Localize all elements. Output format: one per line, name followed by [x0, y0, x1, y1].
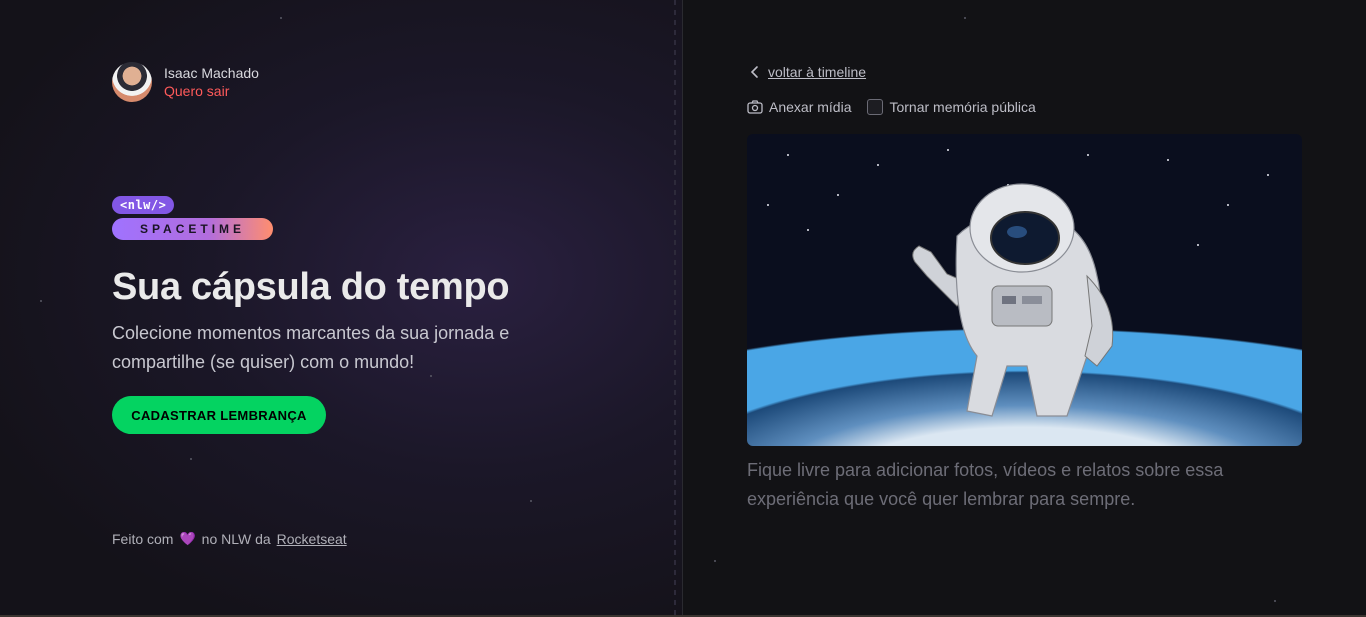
camera-icon	[747, 100, 763, 114]
media-preview	[747, 134, 1302, 446]
attach-media-label: Anexar mídia	[769, 99, 852, 115]
star-decoration	[964, 17, 966, 19]
brand-name: SPACETIME	[112, 218, 273, 240]
brand-logo: <nlw/> SPACETIME	[112, 196, 273, 240]
star-decoration	[530, 500, 532, 502]
avatar	[112, 62, 152, 102]
media-toolbar: Anexar mídia Tornar memória pública	[747, 99, 1036, 115]
star-decoration	[1274, 600, 1276, 602]
user-profile: Isaac Machado Quero sair	[112, 62, 259, 102]
back-to-timeline-link[interactable]: voltar à timeline	[748, 64, 866, 80]
left-panel: Isaac Machado Quero sair <nlw/> SPACETIM…	[0, 0, 683, 617]
astronaut-image	[912, 183, 1114, 417]
star-decoration	[40, 300, 42, 302]
public-memory-label: Tornar memória pública	[889, 99, 1036, 115]
user-info: Isaac Machado Quero sair	[164, 65, 259, 99]
rocketseat-link[interactable]: Rocketseat	[277, 531, 347, 547]
logout-link[interactable]: Quero sair	[164, 83, 259, 99]
brand-tag: <nlw/>	[112, 196, 175, 214]
register-memory-button[interactable]: CADASTRAR LEMBRANÇA	[112, 396, 326, 434]
memory-textarea[interactable]	[747, 456, 1302, 520]
public-memory-checkbox[interactable]	[867, 99, 884, 115]
public-memory-toggle[interactable]: Tornar memória pública	[867, 99, 1036, 115]
footer-middle: no NLW da	[201, 531, 271, 547]
attach-media-button[interactable]: Anexar mídia	[747, 99, 851, 115]
heart-icon: 💜	[179, 531, 196, 546]
user-name: Isaac Machado	[164, 65, 259, 81]
footer-prefix: Feito com	[112, 531, 174, 547]
star-decoration	[190, 458, 192, 460]
stripes-decoration	[674, 0, 676, 617]
footer: Feito com 💜 no NLW da Rocketseat	[112, 531, 347, 547]
right-panel: voltar à timeline Anexar mídia Tornar me…	[684, 0, 1366, 617]
star-decoration	[714, 560, 716, 562]
back-label: voltar à timeline	[768, 64, 867, 80]
chevron-left-icon	[750, 66, 758, 78]
page-title: Sua cápsula do tempo	[112, 266, 510, 308]
hero-description: Colecione momentos marcantes da sua jorn…	[112, 323, 510, 372]
star-decoration	[280, 17, 282, 19]
